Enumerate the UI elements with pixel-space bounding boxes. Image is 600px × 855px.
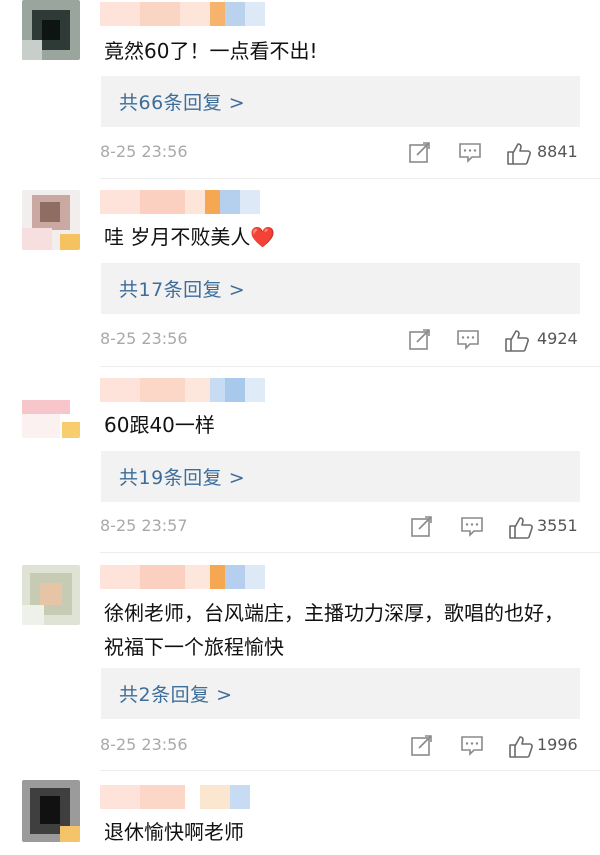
- thumbs-up-icon[interactable]: [504, 329, 530, 353]
- avatar[interactable]: [22, 565, 80, 625]
- divider: [100, 770, 600, 771]
- comment-text: 竟然60了！一点看不出!: [104, 39, 318, 63]
- comment-icon[interactable]: [460, 735, 484, 757]
- username-blurred[interactable]: [100, 190, 270, 214]
- comment-icon[interactable]: [458, 142, 482, 164]
- comment-text: 哇 岁月不败美人❤️: [104, 225, 276, 249]
- share-icon[interactable]: [408, 142, 432, 164]
- comment-text: 徐俐老师，台风端庄，主播功力深厚，歌唱的也好，祝福下一个旅程愉快: [104, 601, 564, 659]
- like-count: 1996: [537, 735, 578, 754]
- avatar[interactable]: [22, 190, 80, 250]
- comment-meta: 8-25 23:56 4924: [100, 327, 580, 353]
- replies-button[interactable]: 共2条回复 >: [101, 668, 580, 719]
- divider: [100, 366, 600, 367]
- username-blurred[interactable]: [100, 2, 270, 26]
- timestamp: 8-25 23:56: [100, 142, 188, 161]
- timestamp: 8-25 23:56: [100, 329, 188, 348]
- heart-emoji: ❤️: [250, 225, 276, 249]
- share-icon[interactable]: [410, 735, 434, 757]
- like-count: 8841: [537, 142, 578, 161]
- comment-text: 退休愉快啊老师: [104, 820, 244, 844]
- replies-button[interactable]: 共19条回复 >: [101, 451, 580, 502]
- replies-label: 共17条回复 >: [119, 279, 246, 301]
- comment-icon[interactable]: [456, 329, 480, 351]
- replies-button[interactable]: 共17条回复 >: [101, 263, 580, 314]
- comment-meta: 8-25 23:56 8841: [100, 140, 580, 166]
- share-icon[interactable]: [410, 516, 434, 538]
- replies-label: 共2条回复 >: [119, 684, 233, 706]
- comment-text: 60跟40一样: [104, 413, 215, 437]
- replies-label: 共66条回复 >: [119, 92, 246, 114]
- username-blurred[interactable]: [100, 565, 270, 589]
- timestamp: 8-25 23:56: [100, 735, 188, 754]
- share-icon[interactable]: [408, 329, 432, 351]
- thumbs-up-icon[interactable]: [508, 516, 534, 540]
- like-count: 4924: [537, 329, 578, 348]
- like-count: 3551: [537, 516, 578, 535]
- username-blurred[interactable]: [100, 785, 270, 809]
- comment-meta: 8-25 23:57 3551: [100, 514, 580, 540]
- thumbs-up-icon[interactable]: [506, 142, 532, 166]
- divider: [100, 178, 600, 179]
- timestamp: 8-25 23:57: [100, 516, 188, 535]
- avatar[interactable]: [22, 0, 80, 60]
- username-blurred[interactable]: [100, 378, 270, 402]
- comment-icon[interactable]: [460, 516, 484, 538]
- avatar[interactable]: [22, 780, 80, 842]
- replies-button[interactable]: 共66条回复 >: [101, 76, 580, 127]
- divider: [100, 552, 600, 553]
- comment-meta: 8-25 23:56 1996: [100, 733, 580, 759]
- thumbs-up-icon[interactable]: [508, 735, 534, 759]
- avatar[interactable]: [22, 378, 80, 438]
- replies-label: 共19条回复 >: [119, 467, 246, 489]
